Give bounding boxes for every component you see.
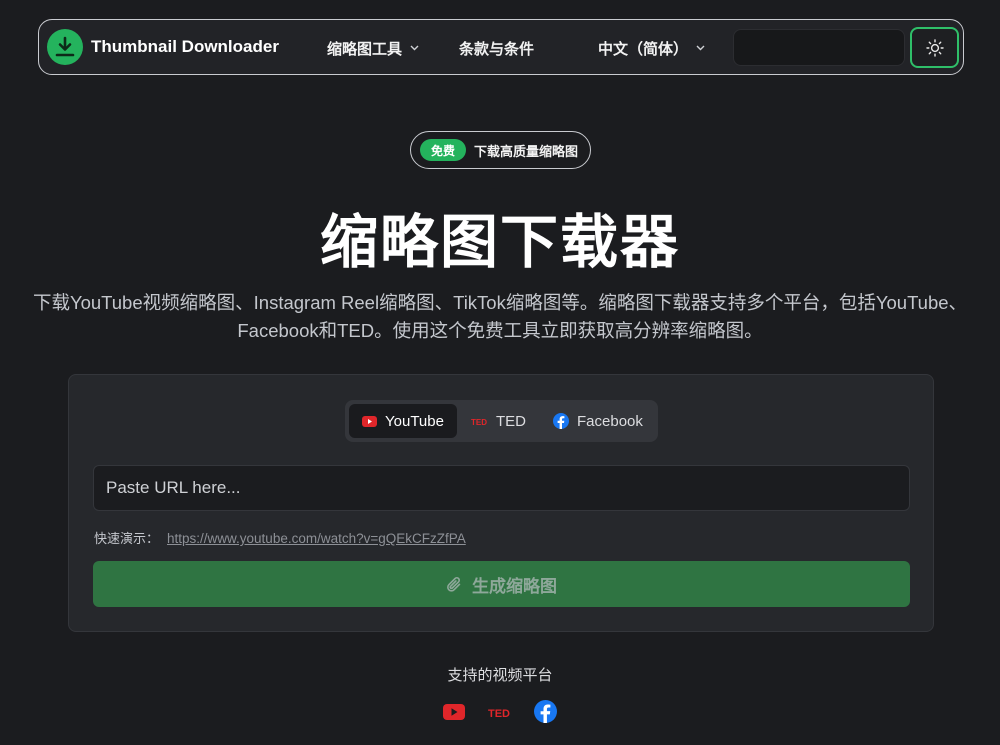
hero-description-line-2: Facebook和TED。使用这个免费工具立即获取高分辨率缩略图。	[237, 320, 763, 341]
nav-tools-label: 缩略图工具	[327, 40, 403, 58]
logo-link[interactable]: Thumbnail Downloader	[47, 29, 279, 65]
hero-description-line-1: 下载YouTube视频缩略图、Instagram Reel缩略图、TikTok缩…	[32, 292, 968, 313]
tab-facebook[interactable]: Facebook	[553, 404, 643, 438]
quick-demo: 快速演示： https://www.youtube.com/watch?v=gQE…	[94, 528, 466, 547]
nav-terms-link[interactable]: 条款与条件	[459, 20, 534, 76]
nav-thumbnail-tools-dropdown[interactable]: 缩略图工具	[327, 20, 419, 76]
free-pill: 免费	[420, 139, 466, 161]
hero-description: 下载YouTube视频缩略图、Instagram Reel缩略图、TikTok缩…	[10, 289, 990, 345]
platform-tabs: YouTube TED TED Facebook	[345, 400, 658, 442]
facebook-icon	[553, 413, 569, 429]
chevron-down-icon	[410, 45, 419, 51]
download-icon	[47, 29, 83, 65]
supported-platforms-icons: TED	[443, 700, 557, 723]
tab-facebook-label: Facebook	[577, 412, 643, 430]
top-navbar: Thumbnail Downloader 缩略图工具 条款与条件 中文（简体）	[38, 19, 964, 75]
page-title: 缩略图下载器	[319, 210, 680, 275]
sun-icon	[925, 38, 944, 57]
badge-text: 下载高质量缩略图	[474, 143, 579, 159]
supported-platforms-title: 支持的视频平台	[447, 667, 553, 684]
generate-button-label: 生成缩略图	[472, 576, 557, 596]
svg-text:TED: TED	[471, 418, 487, 426]
svg-text:TED: TED	[488, 708, 510, 718]
tab-youtube[interactable]: YouTube	[349, 404, 457, 438]
theme-toggle-button[interactable]	[910, 27, 959, 68]
language-selector[interactable]: 中文（简体）	[598, 20, 705, 76]
quick-demo-label: 快速演示：	[94, 531, 160, 546]
tab-ted-label: TED	[496, 412, 526, 430]
url-input[interactable]	[93, 465, 910, 511]
search-box[interactable]	[733, 29, 905, 66]
logo-text: Thumbnail Downloader	[91, 37, 279, 56]
ted-icon: TED	[488, 706, 512, 718]
language-label: 中文（简体）	[598, 40, 689, 58]
facebook-icon	[534, 700, 557, 723]
paperclip-icon	[446, 576, 462, 593]
ted-icon: TED	[471, 417, 488, 426]
tab-youtube-label: YouTube	[385, 412, 444, 430]
chevron-down-icon	[696, 45, 705, 51]
generate-thumbnail-button[interactable]: 生成缩略图	[93, 561, 910, 607]
quick-demo-link[interactable]: https://www.youtube.com/watch?v=gQEkCFzZ…	[167, 531, 466, 546]
youtube-icon	[362, 415, 378, 427]
youtube-icon	[443, 703, 465, 720]
nav-terms-label: 条款与条件	[459, 40, 535, 58]
tab-ted[interactable]: TED TED	[471, 404, 526, 438]
downloader-card: YouTube TED TED Facebook 快速演示： https://ww…	[68, 374, 934, 632]
free-badge: 免费 下载高质量缩略图	[410, 131, 591, 169]
